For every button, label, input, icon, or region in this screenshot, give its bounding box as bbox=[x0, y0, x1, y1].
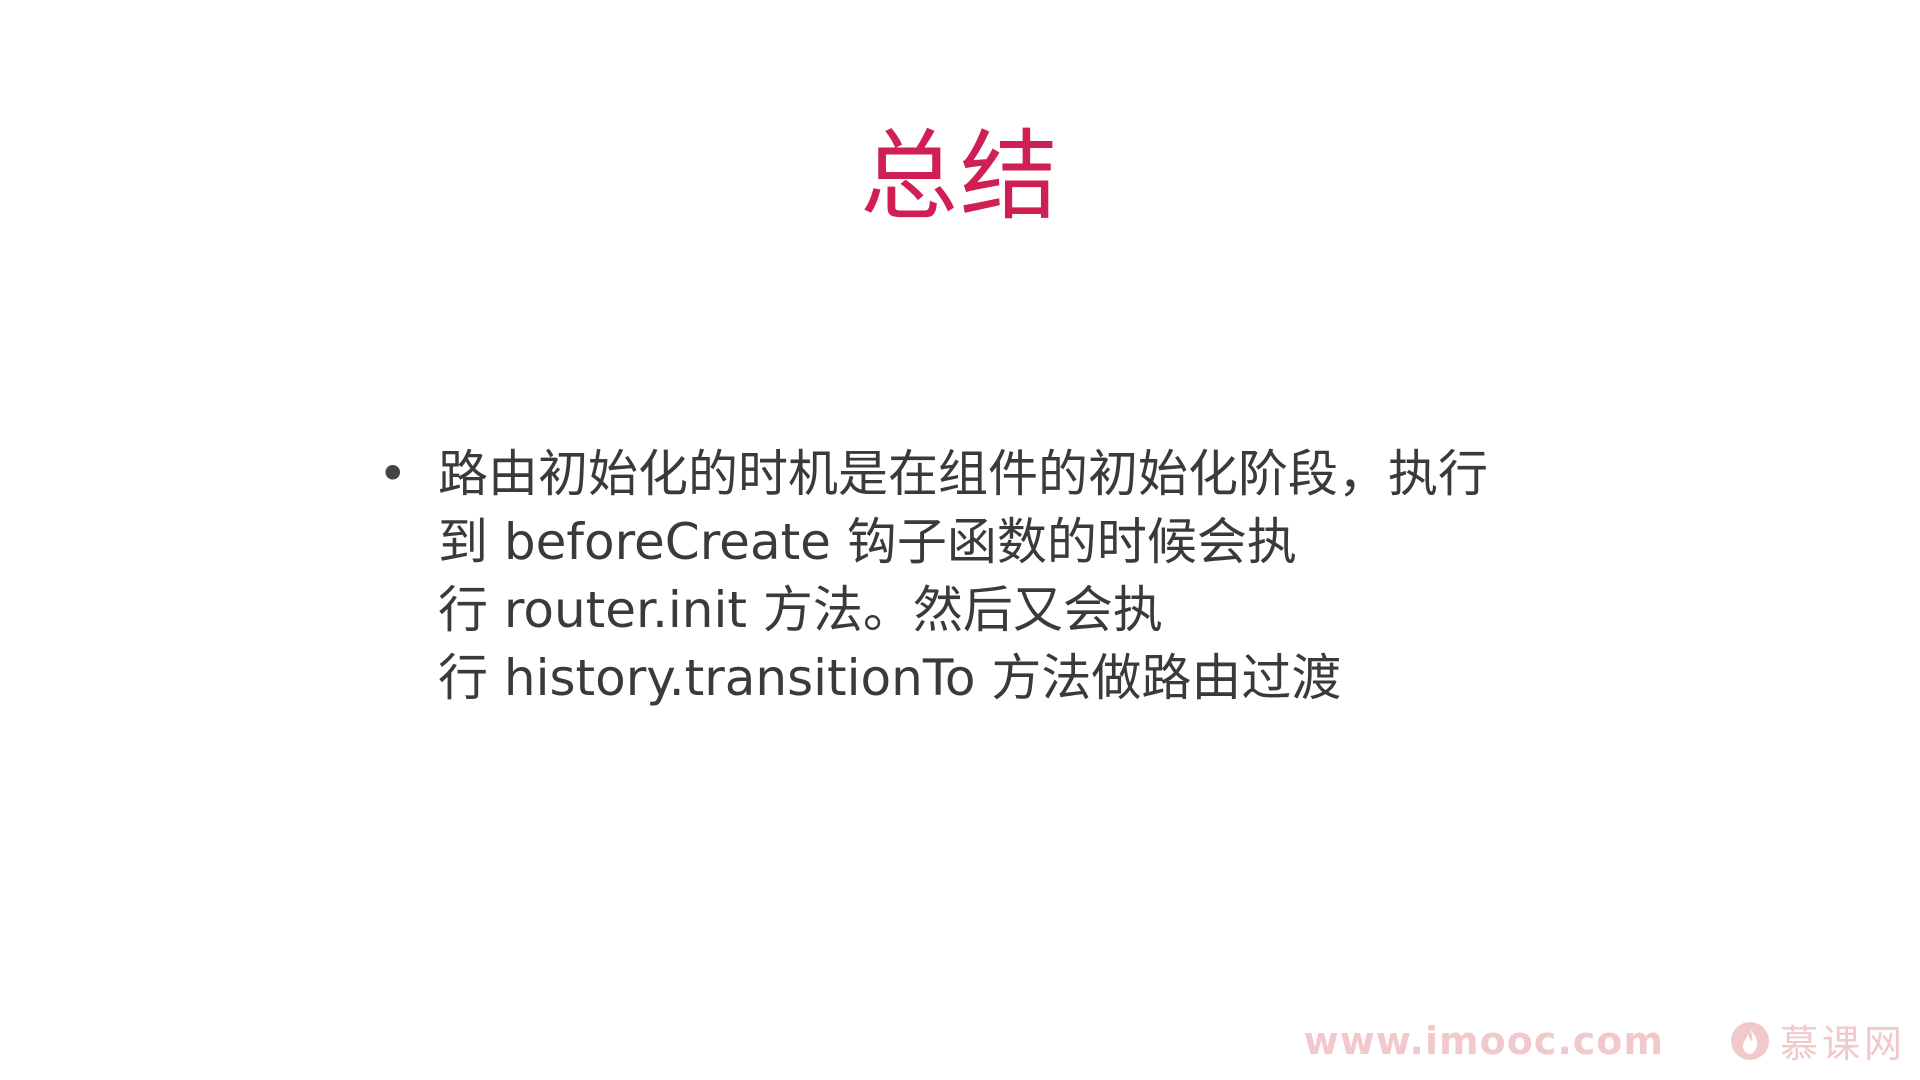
slide-title: 总结 bbox=[859, 120, 1060, 234]
watermark-url: www.imooc.com bbox=[1303, 1018, 1664, 1063]
slide-content: • 路由初始化的时机是在组件的初始化阶段，执行 到 beforeCreate 钩… bbox=[372, 440, 1732, 712]
bullet-text: 路由初始化的时机是在组件的初始化阶段，执行 到 beforeCreate 钩子函… bbox=[438, 440, 1488, 712]
watermark-brand-name: 慕课网 bbox=[1779, 1022, 1906, 1066]
flame-logo-icon bbox=[1730, 1021, 1769, 1060]
bullet-line: 行 history.transitionTo 方法做路由过渡 bbox=[438, 649, 1342, 707]
bullet-line: 行 router.init 方法。然后又会执 bbox=[438, 581, 1163, 639]
bullet-item: • 路由初始化的时机是在组件的初始化阶段，执行 到 beforeCreate 钩… bbox=[372, 440, 1732, 712]
bullet-line: 到 beforeCreate 钩子函数的时候会执 bbox=[438, 513, 1297, 571]
bullet-line: 路由初始化的时机是在组件的初始化阶段，执行 bbox=[438, 445, 1488, 503]
watermark: www.imooc.com 慕课网 bbox=[1304, 1013, 1906, 1068]
bullet-dot-icon: • bbox=[378, 445, 408, 503]
watermark-brand: 慕课网 bbox=[1730, 1013, 1906, 1068]
slide: 总结 • 路由初始化的时机是在组件的初始化阶段，执行 到 beforeCreat… bbox=[0, 0, 1920, 1080]
